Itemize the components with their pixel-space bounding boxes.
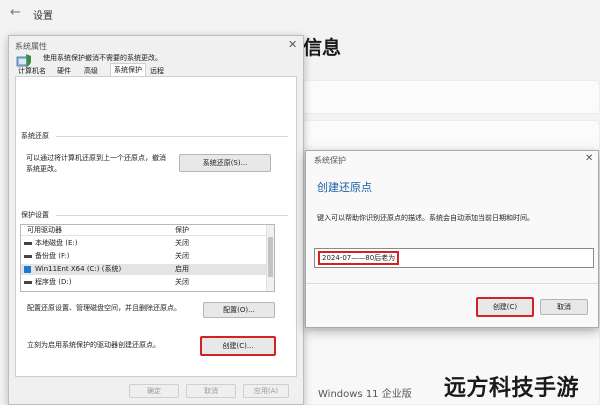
- drive-protection-status: 关闭: [175, 239, 189, 247]
- section-divider: [56, 215, 288, 216]
- settings-page-heading: 信息: [303, 37, 342, 59]
- apply-button[interactable]: 应用(A): [243, 384, 289, 398]
- drive-protection-list[interactable]: 可用驱动器 保护 本地磁盘 (E:) 关闭 备份盘 (F:) 关闭 Win11E…: [20, 224, 275, 292]
- tab-system-protection[interactable]: 系统保护: [110, 63, 146, 77]
- scrollbar-thumb[interactable]: [268, 237, 273, 277]
- drive-name: 本地磁盘 (E:): [35, 239, 78, 247]
- drive-row[interactable]: 备份盘 (F:) 关闭: [21, 251, 267, 262]
- cancel-button[interactable]: 取消: [540, 299, 588, 315]
- list-scrollbar[interactable]: [266, 225, 274, 291]
- close-icon[interactable]: ✕: [288, 38, 297, 51]
- drive-name: 备份盘 (F:): [35, 252, 70, 260]
- create-restore-point-dialog: 系统保护 ✕ 创建还原点 键入可以帮助你识别还原点的描述。系统会自动添加当前日期…: [305, 150, 599, 328]
- drive-row[interactable]: 本地磁盘 (E:) 关闭: [21, 238, 267, 249]
- system-restore-section-label: 系统还原: [21, 132, 49, 140]
- settings-card: [303, 80, 600, 114]
- settings-app-title: 设置: [33, 11, 53, 22]
- column-header-drives[interactable]: 可用驱动器: [27, 225, 62, 235]
- intro-text: 使用系统保护撤消不需要的系统更改。: [43, 54, 162, 62]
- drive-icon: [24, 242, 32, 245]
- cancel-button[interactable]: 取消: [186, 384, 236, 398]
- dialog-title: 系统属性: [15, 42, 47, 51]
- drive-icon: [24, 255, 32, 258]
- dialog-title: 系统保护: [314, 156, 346, 165]
- drive-row[interactable]: 程序盘 (D:) 关闭: [21, 277, 267, 288]
- watermark-text: 远方科技手游: [444, 376, 580, 401]
- input-value[interactable]: 2024-07——80后老为: [318, 251, 400, 265]
- windows-drive-icon: [24, 266, 31, 273]
- configure-description: 配置还原设置、管理磁盘空间，并且删除还原点。: [27, 304, 181, 312]
- restore-point-description-input[interactable]: 2024-07——80后老为: [314, 248, 594, 268]
- ok-button[interactable]: 确定: [129, 384, 179, 398]
- close-icon[interactable]: ✕: [585, 153, 593, 164]
- dialog-heading: 创建还原点: [317, 181, 372, 194]
- list-header: 可用驱动器 保护: [21, 225, 274, 236]
- drive-name: Win11Ent X64 (C:) (系统): [35, 265, 122, 273]
- column-header-protection[interactable]: 保护: [175, 225, 189, 235]
- drive-protection-status: 启用: [175, 265, 189, 273]
- section-divider: [56, 136, 288, 137]
- create-restore-point-button[interactable]: 创建(C)...: [200, 336, 276, 356]
- dialog-description: 键入可以帮助你识别还原点的描述。系统会自动添加当前日期和时间。: [317, 214, 534, 222]
- protection-settings-section-label: 保护设置: [21, 211, 49, 219]
- configure-button[interactable]: 配置(O)...: [203, 302, 275, 318]
- drive-row-selected[interactable]: Win11Ent X64 (C:) (系统) 启用: [21, 264, 267, 275]
- restore-description-line2: 系统更改。: [26, 165, 61, 173]
- settings-card: [303, 120, 600, 154]
- drive-name: 程序盘 (D:): [35, 278, 72, 286]
- drive-protection-status: 关闭: [175, 278, 189, 286]
- system-protection-icon: [16, 54, 31, 67]
- restore-description-line1: 可以通过将计算机还原到上一个还原点，撤消: [26, 154, 166, 162]
- back-arrow-icon[interactable]: ←: [10, 5, 21, 20]
- settings-titlebar: [0, 0, 600, 30]
- system-restore-button[interactable]: 系统还原(S)...: [179, 154, 271, 172]
- create-button[interactable]: 创建(C): [476, 297, 534, 317]
- drive-protection-status: 关闭: [175, 252, 189, 260]
- windows-edition-label: Windows 11 企业版: [318, 389, 412, 400]
- dialog-divider: [306, 283, 598, 284]
- drive-icon: [24, 281, 32, 284]
- create-description: 立刻为启用系统保护的驱动器创建还原点。: [27, 341, 160, 349]
